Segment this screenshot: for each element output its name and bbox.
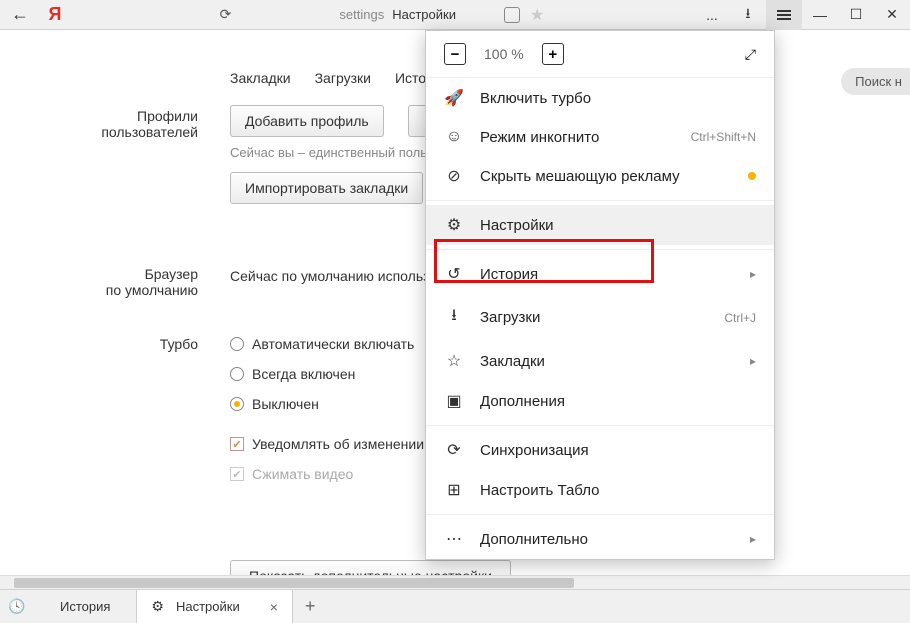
new-tab-button[interactable]: +	[293, 596, 328, 617]
zoom-out-button[interactable]: −	[444, 43, 466, 65]
close-tab-button[interactable]: ×	[270, 599, 278, 615]
more-actions-button[interactable]: ...	[694, 0, 730, 30]
turbo-off-radio[interactable]: Выключен	[230, 396, 424, 412]
yandex-logo[interactable]: Я	[40, 4, 70, 25]
turbo-auto-radio[interactable]: Автоматически включать	[230, 336, 424, 352]
menu-downloads[interactable]: ⭳ЗагрузкиCtrl+J	[426, 294, 774, 341]
menu-bookmarks[interactable]: ☆Закладки▸	[426, 341, 774, 381]
mask-icon: ☺	[444, 128, 464, 146]
section-label-turbo: Турбо	[60, 336, 198, 352]
url-path: settings	[339, 7, 384, 22]
rocket-icon: 🚀	[444, 88, 464, 108]
download-icon: ⭳	[444, 304, 464, 331]
menu-addons[interactable]: ▣Дополнения	[426, 381, 774, 421]
import-bookmarks-button[interactable]: Импортировать закладки	[230, 172, 423, 204]
turbo-always-radio[interactable]: Всегда включен	[230, 366, 424, 382]
nav-bookmarks[interactable]: Закладки	[230, 70, 291, 86]
menu-more[interactable]: ⋯Дополнительно▸	[426, 519, 774, 559]
dots-icon: ⋯	[444, 529, 464, 549]
menu-sync[interactable]: ⟳Синхронизация	[426, 430, 774, 470]
menu-incognito[interactable]: ☺Режим инкогнитоCtrl+Shift+N	[426, 118, 774, 156]
tablo-icon: ⊞	[444, 480, 464, 500]
addons-icon: ▣	[444, 391, 464, 411]
page-title: Настройки	[392, 7, 456, 22]
tab-history[interactable]: История	[34, 599, 136, 614]
maximize-button[interactable]: ☐	[838, 0, 874, 30]
address-bar[interactable]: ⟳ settings Настройки ★	[70, 5, 694, 25]
menu-tablo[interactable]: ⊞Настроить Табло	[426, 470, 774, 510]
sync-icon: ⟳	[444, 440, 464, 460]
turbo-notify-checkbox[interactable]: Уведомлять об изменении	[230, 436, 424, 452]
sliders-icon: ⚙	[444, 215, 464, 235]
minimize-button[interactable]: —	[802, 0, 838, 30]
menu-settings[interactable]: ⚙Настройки	[426, 205, 774, 245]
add-profile-button[interactable]: Добавить профиль	[230, 105, 384, 137]
close-window-button[interactable]: ✕	[874, 0, 910, 30]
star-icon: ☆	[444, 351, 464, 371]
menu-turbo[interactable]: 🚀Включить турбо	[426, 78, 774, 118]
search-settings-button[interactable]: Поиск н	[841, 68, 910, 95]
section-label-profiles: Профилипользователей	[60, 108, 198, 140]
settings-nav: Закладки Загрузки История	[230, 70, 449, 86]
gear-icon: ⚙	[151, 598, 164, 615]
menu-history[interactable]: ↺История▸	[426, 254, 774, 294]
protect-icon[interactable]	[504, 7, 520, 23]
bookmark-star-icon[interactable]: ★	[530, 5, 544, 25]
clock-icon: ↺	[444, 264, 464, 284]
block-icon: ⊘	[444, 166, 464, 186]
reload-icon[interactable]: ⟳	[220, 6, 232, 23]
zoom-level: 100 %	[484, 46, 524, 62]
downloads-icon[interactable]: ⭳	[730, 0, 766, 30]
zoom-in-button[interactable]: +	[542, 43, 564, 65]
section-label-default-browser: Браузерпо умолчанию	[60, 266, 198, 298]
turbo-compress-video-checkbox: Сжимать видео	[230, 466, 424, 482]
main-menu: − 100 % + ⤢ 🚀Включить турбо ☺Режим инког…	[425, 30, 775, 560]
tab-settings[interactable]: ⚙ Настройки ×	[136, 590, 293, 623]
status-dot-icon	[748, 172, 756, 180]
menu-button[interactable]	[766, 0, 802, 30]
fullscreen-icon[interactable]: ⤢	[745, 46, 756, 63]
horizontal-scrollbar[interactable]	[0, 575, 910, 589]
history-icon[interactable]: 🕓	[0, 598, 34, 615]
nav-downloads[interactable]: Загрузки	[315, 70, 371, 86]
back-button[interactable]: ←	[0, 4, 40, 25]
menu-adblock[interactable]: ⊘Скрыть мешающую рекламу	[426, 156, 774, 196]
